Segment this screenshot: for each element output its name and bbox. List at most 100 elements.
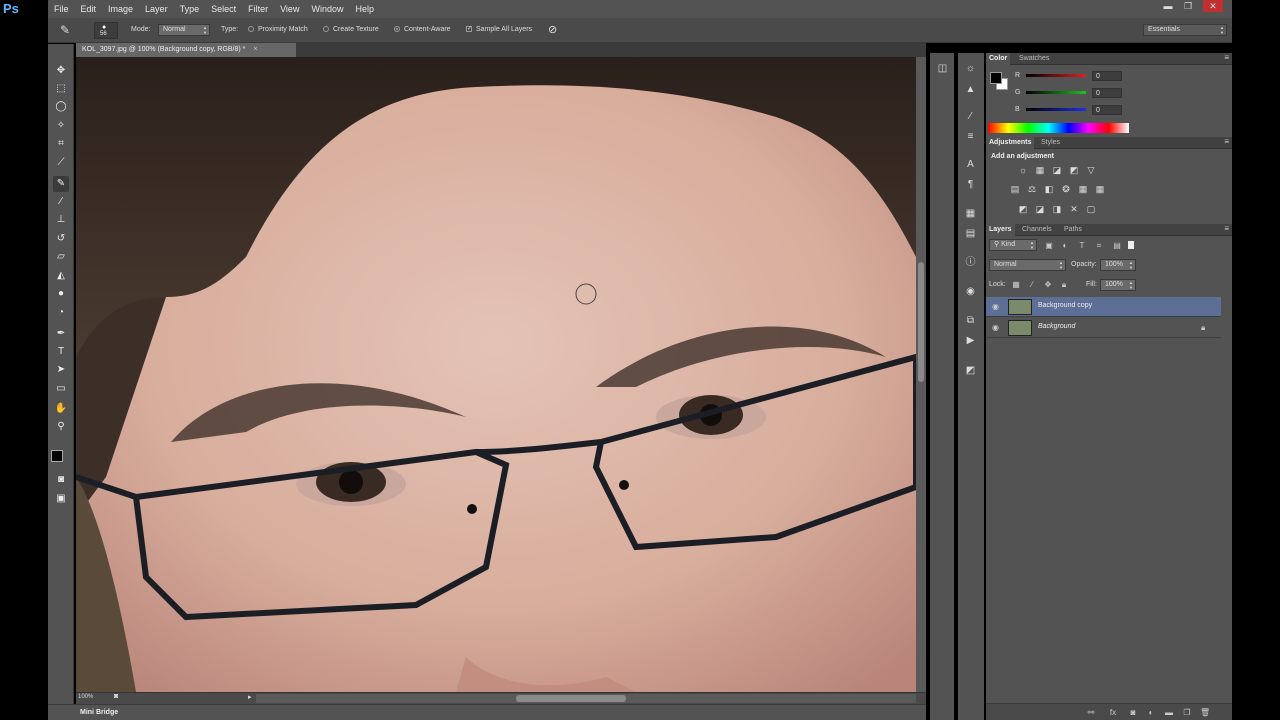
brightness-contrast-icon[interactable]: ☼ [1017,165,1029,176]
vertical-scroll-thumb[interactable] [918,262,924,382]
threshold-icon[interactable]: ◨ [1051,204,1063,215]
lock-position-icon[interactable]: ✥ [1043,280,1053,290]
quick-mask-icon[interactable]: ◙ [53,472,69,488]
close-button[interactable]: ✕ [1203,0,1223,12]
tab-swatches[interactable]: Swatches [1016,53,1052,65]
gradient-map-icon[interactable]: ▢ [1085,204,1097,215]
history-brush-tool-icon[interactable]: ↺ [53,231,69,247]
exposure-icon[interactable]: ◩ [1068,165,1080,176]
content-aware-radio[interactable]: Content-Aware [394,26,451,33]
hand-tool-icon[interactable]: ✋ [53,401,69,417]
marquee-tool-icon[interactable]: ⬚ [53,81,69,97]
horizontal-scroll-thumb[interactable] [516,695,626,702]
history-panel-icon[interactable]: ◫ [935,61,950,76]
fill-input[interactable]: 100% [1100,279,1136,291]
filter-pixel-icon[interactable]: ▣ [1044,241,1054,251]
rectangle-tool-icon[interactable]: ▭ [53,381,69,397]
pressure-size-icon[interactable]: ⊘ [548,23,557,36]
dodge-tool-icon[interactable]: ◔ [53,305,69,321]
blue-value[interactable]: 0 [1092,105,1122,115]
color-lookup-icon[interactable]: ▦ [1094,184,1106,195]
pen-tool-icon[interactable]: ✒ [53,326,69,342]
green-value[interactable]: 0 [1092,88,1122,98]
filter-smart-object-icon[interactable]: ▤ [1112,241,1122,251]
visibility-eye-icon[interactable]: ◉ [992,302,999,311]
status-arrow-icon[interactable]: ▸ [248,693,252,701]
foreground-color-swatch[interactable] [51,450,63,462]
mini-bridge-panel[interactable]: Mini Bridge [48,704,926,720]
horizontal-scrollbar[interactable] [256,694,916,703]
crop-tool-icon[interactable]: ⌗ [53,136,69,152]
restore-button[interactable]: ❐ [1178,0,1198,12]
vertical-scrollbar[interactable] [916,57,926,692]
new-group-icon[interactable]: ▬ [1164,708,1174,718]
histogram-icon[interactable]: ▲ [963,82,978,97]
move-tool-icon[interactable]: ✥ [53,63,69,79]
tab-color[interactable]: Color [986,53,1011,65]
blue-slider[interactable] [1026,108,1086,111]
link-layers-icon[interactable]: ⚯ [1086,708,1096,718]
kuler-panel-icon[interactable]: ◉ [963,284,978,299]
zoom-tool-icon[interactable]: ⚲ [53,419,69,435]
hue-saturation-icon[interactable]: ▤ [1009,184,1021,195]
filter-type-icon[interactable]: T [1077,241,1087,251]
menu-file[interactable]: File [48,0,75,18]
brush-tool-icon[interactable]: ⁄ [53,194,69,210]
menu-select[interactable]: Select [205,0,242,18]
spot-healing-tool-icon[interactable]: ✎ [60,23,70,37]
adjust-panel-icon[interactable]: ☼ [963,61,978,76]
lock-pixels-icon[interactable]: ⁄ [1027,280,1037,290]
sample-all-layers-checkbox[interactable]: ✓ Sample All Layers [466,26,532,33]
tab-channels[interactable]: Channels [1019,224,1055,236]
layer-name[interactable]: Background [1038,323,1075,330]
foreground-color-chip[interactable] [990,72,1002,84]
sliders-panel-icon[interactable]: ≡ [963,129,978,144]
menu-layer[interactable]: Layer [139,0,174,18]
filter-adjustment-icon[interactable]: ◐ [1060,241,1070,251]
menu-filter[interactable]: Filter [242,0,274,18]
color-spectrum-bar[interactable] [988,123,1129,133]
visibility-eye-icon[interactable]: ◉ [992,323,999,332]
invert-icon[interactable]: ◩ [1017,204,1029,215]
brush-size-picker[interactable]: ● 56 [94,22,118,39]
menu-view[interactable]: View [274,0,305,18]
curves-icon[interactable]: ◪ [1051,165,1063,176]
tab-layers[interactable]: Layers [986,224,1015,236]
type-tool-icon[interactable]: T [53,344,69,360]
image-canvas[interactable] [76,57,916,692]
tab-adjustments[interactable]: Adjustments [986,137,1035,149]
layer-row[interactable]: ◉ Background 🔒︎ [986,318,1221,338]
blend-mode-dropdown[interactable]: Normal [989,259,1066,271]
menu-help[interactable]: Help [349,0,380,18]
tool-presets-icon[interactable]: ◩ [963,363,978,378]
layer-style-icon[interactable]: fx [1108,708,1118,718]
proximity-match-radio[interactable]: Proximity Match [248,26,308,33]
mode-dropdown[interactable]: Normal [158,24,210,36]
filter-kind-dropdown[interactable]: ⚲ Kind [989,239,1037,251]
brush-panel-icon[interactable]: ⁄ [963,109,978,124]
layer-row[interactable]: ◉ Background copy [986,297,1221,317]
posterize-icon[interactable]: ◪ [1034,204,1046,215]
red-value[interactable]: 0 [1092,71,1122,81]
menu-type[interactable]: Type [174,0,206,18]
create-texture-radio[interactable]: Create Texture [323,26,379,33]
green-slider[interactable] [1026,91,1086,94]
color-balance-icon[interactable]: ⚖ [1026,184,1038,195]
channel-mixer-icon[interactable]: ▦ [1077,184,1089,195]
notes-panel-icon[interactable]: ▤ [963,226,978,241]
lasso-tool-icon[interactable]: ◯ [53,99,69,115]
panel-menu-icon[interactable]: ≡ [1224,137,1229,146]
add-mask-icon[interactable]: ◙ [1128,708,1138,718]
panel-menu-icon[interactable]: ≡ [1224,224,1229,233]
paragraph-panel-icon[interactable]: ¶ [963,177,978,192]
menu-window[interactable]: Window [305,0,349,18]
blur-tool-icon[interactable]: ● [53,286,69,302]
character-panel-icon[interactable]: A [963,157,978,172]
lock-all-icon[interactable]: 🔒︎ [1059,280,1069,290]
path-selection-tool-icon[interactable]: ➤ [53,362,69,378]
levels-icon[interactable]: ▦ [1034,165,1046,176]
selective-color-icon[interactable]: ✕ [1068,204,1080,215]
eraser-tool-icon[interactable]: ▱ [53,249,69,265]
photo-filter-icon[interactable]: ❂ [1060,184,1072,195]
new-layer-icon[interactable]: ❐ [1182,708,1192,718]
